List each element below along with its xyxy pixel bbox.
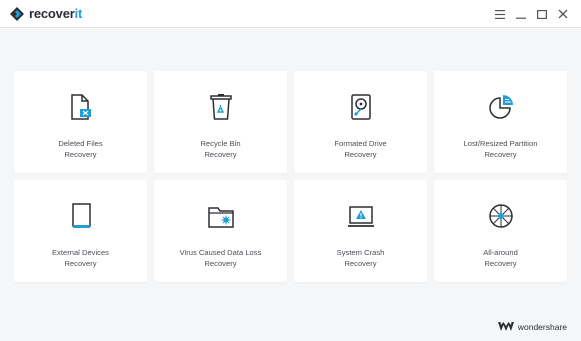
card-title: Lost/Resized Partition bbox=[463, 139, 538, 148]
formatted-drive-icon bbox=[347, 92, 375, 122]
card-deleted-files[interactable]: Deleted Files Recovery bbox=[14, 71, 147, 173]
card-title: All-around bbox=[483, 248, 518, 257]
card-lost-partition[interactable]: Lost/Resized Partition Recovery bbox=[434, 71, 567, 173]
card-subtitle: Recovery bbox=[64, 258, 97, 268]
card-subtitle: Recovery bbox=[204, 149, 237, 159]
maximize-button[interactable] bbox=[532, 5, 552, 23]
card-label: Virus Caused Data Loss Recovery bbox=[158, 248, 283, 269]
maximize-icon bbox=[537, 9, 547, 19]
system-crash-icon bbox=[347, 201, 375, 231]
app-title-accent: it bbox=[74, 6, 83, 21]
card-formatted-drive[interactable]: Formated Drive Recovery bbox=[294, 71, 427, 173]
card-title: Virus Caused Data Loss bbox=[179, 248, 262, 257]
app-title-main: recover bbox=[29, 6, 75, 21]
minimize-icon bbox=[516, 17, 526, 19]
wondershare-logo-icon bbox=[497, 322, 514, 331]
card-label: Deleted Files Recovery bbox=[18, 139, 143, 160]
recoverit-logo-icon bbox=[10, 7, 24, 21]
card-subtitle: Recovery bbox=[204, 258, 237, 268]
card-system-crash[interactable]: System Crash Recovery bbox=[294, 180, 427, 282]
card-virus-data-loss[interactable]: Virus Caused Data Loss Recovery bbox=[154, 180, 287, 282]
partition-pie-icon bbox=[487, 92, 515, 122]
deleted-file-icon bbox=[67, 92, 95, 122]
card-subtitle: Recovery bbox=[344, 258, 377, 268]
card-subtitle: Recovery bbox=[344, 149, 377, 159]
card-label: Lost/Resized Partition Recovery bbox=[438, 139, 563, 160]
card-recycle-bin[interactable]: Recycle Bin Recovery bbox=[154, 71, 287, 173]
card-label: System Crash Recovery bbox=[298, 248, 423, 269]
wondershare-brand: wondershare bbox=[497, 321, 567, 332]
card-title: Deleted Files bbox=[58, 139, 103, 148]
card-label: Recycle Bin Recovery bbox=[158, 139, 283, 160]
card-label: Formated Drive Recovery bbox=[298, 139, 423, 160]
close-icon bbox=[558, 9, 568, 19]
company-name: wondershare bbox=[517, 321, 567, 332]
card-subtitle: Recovery bbox=[484, 149, 517, 159]
card-external-devices[interactable]: External Devices Recovery bbox=[14, 180, 147, 282]
external-device-icon bbox=[67, 201, 95, 231]
card-title: External Devices bbox=[52, 248, 109, 257]
hamburger-menu-icon bbox=[495, 9, 505, 19]
menu-button[interactable] bbox=[490, 5, 510, 23]
card-label: All-around Recovery bbox=[438, 248, 563, 269]
card-title: Recycle Bin bbox=[200, 139, 241, 148]
close-button[interactable] bbox=[553, 5, 573, 23]
card-subtitle: Recovery bbox=[64, 149, 97, 159]
app-title: recoverit bbox=[29, 6, 82, 22]
card-title: System Crash bbox=[336, 248, 385, 257]
app-logo: recoverit bbox=[9, 6, 82, 22]
card-title: Formated Drive bbox=[334, 139, 387, 148]
recycle-bin-icon bbox=[207, 92, 235, 122]
card-label: External Devices Recovery bbox=[18, 248, 143, 269]
card-subtitle: Recovery bbox=[484, 258, 517, 268]
card-all-around[interactable]: All-around Recovery bbox=[434, 180, 567, 282]
all-around-icon bbox=[487, 201, 515, 231]
recovery-mode-grid: Deleted Files Recovery Recycle Bin Recov… bbox=[14, 71, 567, 282]
title-bar: recoverit bbox=[0, 0, 581, 28]
window-controls bbox=[489, 5, 573, 23]
virus-folder-icon bbox=[207, 201, 235, 231]
minimize-button[interactable] bbox=[511, 5, 531, 23]
